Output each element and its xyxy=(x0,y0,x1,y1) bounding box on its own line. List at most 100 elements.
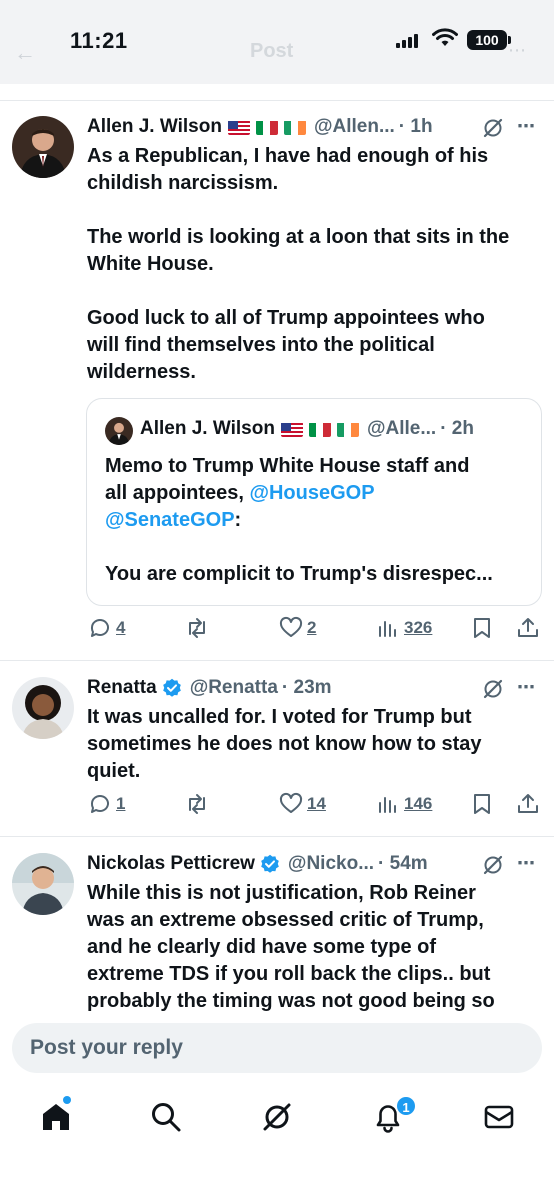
tweet-text: It was uncalled for. I voted for Trump b… xyxy=(87,704,543,785)
text-line: childish narcissism. xyxy=(87,172,279,194)
share-icon xyxy=(518,794,538,813)
text-line: Memo to Trump White House staff and xyxy=(105,455,470,477)
quoted-tweet-text: Memo to Trump White House staff and all … xyxy=(105,453,525,588)
text-line: sometimes he does not know how to stay xyxy=(87,733,482,755)
search-icon[interactable] xyxy=(148,1099,184,1135)
text-fragment: : xyxy=(234,509,242,531)
author-name[interactable]: Nickolas Petticrew xyxy=(87,853,255,875)
verified-badge-icon xyxy=(162,678,181,697)
grok-icon[interactable] xyxy=(259,1099,295,1135)
text-line: extreme TDS if you roll back the clips..… xyxy=(87,963,491,985)
text-line: While this is not justification, Rob Rei… xyxy=(87,882,476,904)
reply-input[interactable]: Post your reply xyxy=(12,1023,542,1073)
post-time: · 23m xyxy=(281,677,332,698)
repost-icon xyxy=(189,794,205,814)
page-title: Post xyxy=(250,40,294,62)
bookmark-icon xyxy=(474,794,490,814)
heart-icon xyxy=(279,792,303,813)
bookmark-icon xyxy=(474,618,490,638)
reply-placeholder: Post your reply xyxy=(30,1036,183,1059)
post-time: · 54m xyxy=(378,853,428,874)
text-line: As a Republican, I have had enough of hi… xyxy=(87,145,489,167)
share-button[interactable] xyxy=(516,792,540,816)
avatar[interactable] xyxy=(12,853,74,915)
home-unread-dot xyxy=(63,1096,71,1104)
views-icon xyxy=(379,797,396,813)
author-handle[interactable]: @Nicko... xyxy=(288,853,374,875)
text-line xyxy=(87,278,543,305)
bottom-navigation xyxy=(0,1085,554,1165)
mention-link[interactable]: @HouseGOP xyxy=(249,482,374,504)
grok-icon[interactable] xyxy=(482,117,504,139)
share-icon xyxy=(518,618,538,637)
grok-icon[interactable] xyxy=(482,678,504,700)
text-line: It was uncalled for. I voted for Trump b… xyxy=(87,706,472,728)
share-button[interactable] xyxy=(516,616,540,640)
text-line: White House. xyxy=(87,253,214,275)
text-line: Good luck to all of Trump appointees who xyxy=(87,307,485,329)
more-options-icon[interactable]: ⋯ xyxy=(508,40,527,61)
text-line: and he clearly did have some type of xyxy=(87,936,437,958)
post-time: · 1h xyxy=(398,116,433,137)
bookmark-button[interactable] xyxy=(472,616,492,640)
tweet-actions: 1 14 146 xyxy=(0,792,554,820)
text-line: quiet. xyxy=(87,760,141,782)
verified-badge-icon xyxy=(261,854,279,873)
reply-count: 4 xyxy=(116,618,126,637)
divider xyxy=(0,660,554,661)
text-line: The world is looking at a loon that sits… xyxy=(87,226,510,248)
quoted-tweet-header: Allen J. Wilson @Alle... · 2h xyxy=(140,418,474,440)
heart-icon xyxy=(279,616,303,637)
author-name[interactable]: Allen J. Wilson xyxy=(87,116,222,138)
like-count: 2 xyxy=(307,618,317,637)
text-line: @SenateGOP: xyxy=(105,507,525,534)
text-line xyxy=(87,197,543,224)
quoted-tweet[interactable]: Allen J. Wilson @Alle... · 2h Memo to Tr… xyxy=(86,398,542,606)
grok-icon[interactable] xyxy=(482,854,504,876)
avatar[interactable] xyxy=(12,116,74,178)
like-button[interactable]: 14 xyxy=(279,792,326,816)
tweet-actions: 4 2 326 xyxy=(0,616,554,644)
post-time: · 2h xyxy=(440,418,474,439)
mention-link[interactable]: @SenateGOP xyxy=(105,509,235,531)
tweet[interactable]: Nickolas Petticrew @Nicko... · 54m ⋯ Whi… xyxy=(0,837,554,1013)
text-fragment: all appointees, xyxy=(105,482,250,504)
avatar[interactable] xyxy=(105,417,133,445)
views-button[interactable]: 326 xyxy=(376,616,432,640)
us-flag-icon xyxy=(280,422,303,437)
tweet-header: Nickolas Petticrew @Nicko... · 54m xyxy=(87,853,428,875)
us-flag-icon xyxy=(227,120,250,135)
reply-button[interactable]: 4 xyxy=(88,616,125,640)
text-line: will find themselves into the political xyxy=(87,334,435,356)
reply-count: 1 xyxy=(116,794,126,813)
reply-button[interactable]: 1 xyxy=(88,792,125,816)
view-count: 326 xyxy=(404,618,433,637)
author-handle[interactable]: @Alle... xyxy=(367,418,436,440)
author-handle[interactable]: @Renatta xyxy=(190,677,278,699)
author-name[interactable]: Allen J. Wilson xyxy=(140,418,275,440)
italy-flag-icon xyxy=(308,422,331,437)
more-icon[interactable]: ⋯ xyxy=(517,116,536,137)
views-button[interactable]: 146 xyxy=(376,792,432,816)
author-handle[interactable]: @Allen... xyxy=(314,116,395,138)
avatar[interactable] xyxy=(12,677,74,739)
tweet-header: Renatta @Renatta · 23m xyxy=(87,677,332,699)
home-icon[interactable] xyxy=(38,1099,74,1135)
status-time: 11:21 xyxy=(70,28,128,53)
repost-button[interactable] xyxy=(184,792,210,816)
bookmark-button[interactable] xyxy=(472,792,492,816)
wifi-icon xyxy=(432,28,458,46)
messages-envelope-icon[interactable] xyxy=(481,1099,517,1135)
ireland-flag-icon xyxy=(283,120,306,135)
italy-flag-icon xyxy=(255,120,278,135)
like-button[interactable]: 2 xyxy=(279,616,316,640)
more-icon[interactable]: ⋯ xyxy=(517,677,536,698)
ireland-flag-icon xyxy=(336,422,359,437)
author-name[interactable]: Renatta xyxy=(87,677,157,699)
text-line: wilderness. xyxy=(87,361,196,383)
more-icon[interactable]: ⋯ xyxy=(517,853,536,874)
reply-icon xyxy=(90,619,109,637)
tweet-header: Allen J. Wilson @Allen... · 1h xyxy=(87,116,433,138)
repost-button[interactable] xyxy=(184,616,210,640)
back-arrow-icon[interactable]: ← xyxy=(14,40,36,66)
